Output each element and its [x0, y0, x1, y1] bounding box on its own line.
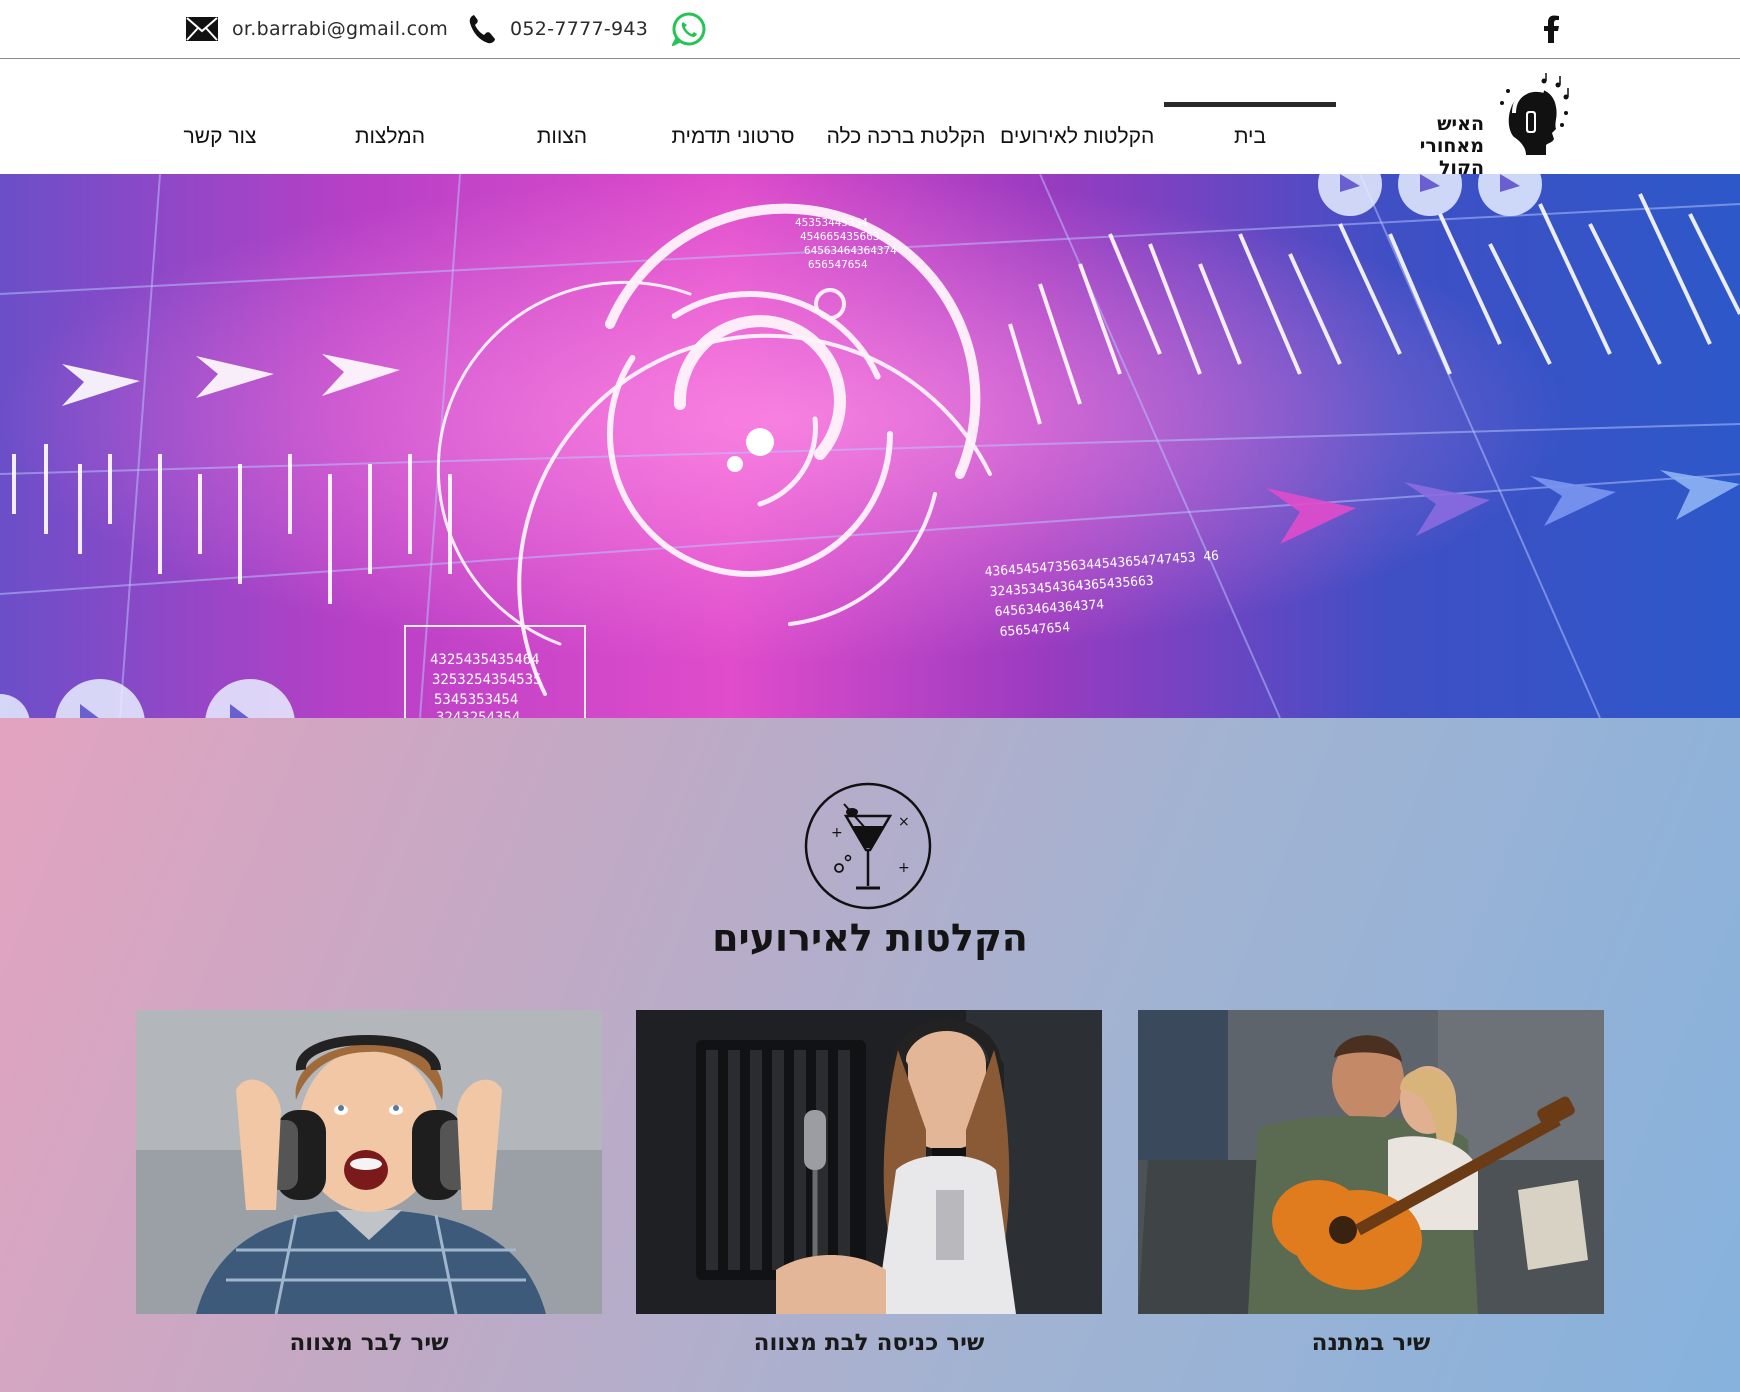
boy-headphones-photo — [136, 1010, 602, 1314]
main-navigation: בית הקלטות לאירועים הקלטת ברכה כלה סרטונ… — [0, 59, 1740, 179]
event-recordings-section: + × + הקלטות לאירועים שיר במתנה שיר כניס… — [0, 718, 1740, 1392]
logo-text: האיש מאחורי הקול — [1419, 113, 1484, 179]
father-daughter-guitar-photo — [1138, 1010, 1604, 1314]
nav-item-team[interactable]: הצוות — [520, 125, 604, 149]
phone-link[interactable]: 052-7777-943 — [468, 0, 648, 58]
hero-number: 454665435663 — [800, 230, 879, 243]
hero-number: 5345353454 — [434, 692, 518, 708]
facebook-link[interactable] — [1540, 0, 1562, 58]
girl-recording-studio-photo — [636, 1010, 1102, 1314]
card-caption-bar-mitzvah-song[interactable]: שיר לבר מצווה — [136, 1330, 602, 1356]
card-image-bat-mitzvah-entrance-song[interactable] — [636, 1010, 1102, 1314]
nav-item-bride-greeting[interactable]: הקלטת ברכה כלה — [826, 125, 986, 149]
hero-banner: 45353445354 454665435663 64563464364374 … — [0, 174, 1740, 718]
contact-bar: or.barrabi@gmail.com 052-7777-943 — [0, 0, 1740, 59]
hero-number: 4325435435464 — [430, 652, 540, 668]
email-link[interactable]: or.barrabi@gmail.com — [186, 0, 448, 58]
whatsapp-icon — [672, 12, 706, 46]
hero-number: 3243254354 — [436, 710, 520, 718]
cocktail-glass-icon: + × + — [804, 782, 932, 910]
phone-icon — [469, 15, 495, 44]
facebook-icon — [1544, 15, 1559, 43]
hero-number: 656547654 — [808, 258, 868, 271]
digital-audio-hero-graphic: 45353445354 454665435663 64563464364374 … — [0, 174, 1740, 718]
card-caption-gift-song[interactable]: שיר במתנה — [1138, 1330, 1604, 1356]
hero-number: 64563464364374 — [804, 244, 897, 257]
whatsapp-link[interactable] — [672, 0, 706, 58]
site-logo[interactable]: האיש מאחורי הקול — [1376, 73, 1572, 179]
nav-active-indicator — [1164, 102, 1336, 107]
nav-item-home[interactable]: בית — [1164, 125, 1336, 149]
card-caption-bat-mitzvah-entrance-song[interactable]: שיר כניסה לבת מצווה — [636, 1330, 1102, 1356]
nav-item-testimonials[interactable]: המלצות — [340, 125, 440, 149]
headphones-head-logo-icon — [1500, 73, 1569, 155]
email-text: or.barrabi@gmail.com — [232, 18, 449, 40]
section-title: הקלטות לאירועים — [712, 916, 1028, 960]
card-image-gift-song[interactable] — [1138, 1010, 1604, 1314]
svg-text:×: × — [898, 814, 910, 830]
nav-item-contact[interactable]: צור קשר — [170, 125, 270, 149]
svg-text:+: + — [831, 825, 843, 841]
hero-number: 3253254354535 — [432, 672, 542, 688]
envelope-icon — [186, 17, 218, 41]
card-image-bar-mitzvah-song[interactable] — [136, 1010, 602, 1314]
hero-number: 45353445354 — [795, 216, 868, 229]
nav-item-promo-videos[interactable]: סרטוני תדמית — [660, 125, 806, 149]
svg-text:+: + — [898, 860, 910, 876]
phone-text: 052-7777-943 — [510, 18, 649, 40]
nav-item-event-recordings[interactable]: הקלטות לאירועים — [1000, 125, 1154, 149]
